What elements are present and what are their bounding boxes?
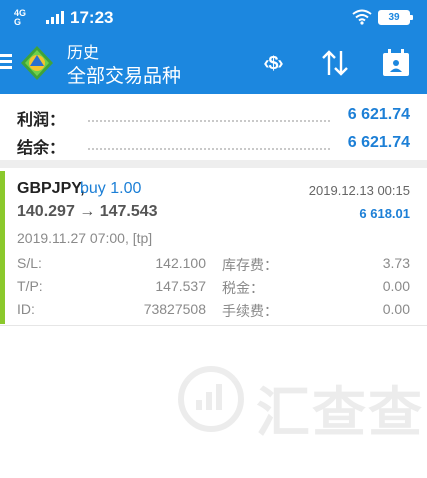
menu-icon[interactable] — [0, 54, 12, 70]
dotted-leader — [88, 120, 330, 122]
swap-label: 库存费： — [222, 257, 278, 273]
tax-value: 0.00 — [382, 278, 410, 294]
profit-row: 利润： 6 621.74 — [0, 104, 427, 132]
commission-label: 手续费： — [222, 303, 278, 319]
watermark-text: 汇查查 — [256, 383, 424, 443]
signal-icon — [46, 10, 66, 24]
trade-close-time: 2019.12.13 00:15 — [308, 183, 410, 198]
summary-panel: 利润： 6 621.74 结余： 6 621.74 — [0, 94, 427, 160]
dotted-leader — [88, 148, 330, 150]
sort-arrows-icon — [322, 50, 348, 76]
id-label: ID: — [17, 301, 35, 317]
symbol-filter[interactable]: 全部交易品种 — [67, 61, 181, 88]
trade-history-item[interactable]: GBPJPY, buy 1.00 2019.12.13 00:15 140.29… — [0, 168, 427, 326]
status-time: 17:23 — [70, 8, 114, 27]
balance-label: 结余： — [17, 140, 66, 157]
trade-side: buy 1.00 — [80, 180, 142, 197]
trade-prices: 140.297 → 147.543 — [17, 203, 158, 220]
status-bar: 4G G 17:23 39 — [0, 0, 427, 34]
profit-label: 利润： — [17, 112, 66, 129]
trade-open-time: 2019.11.27 07:00, [tp] — [17, 230, 153, 246]
battery-icon: 39 — [378, 10, 413, 25]
trade-accent-bar — [0, 171, 5, 324]
toolbar: 历史 全部交易品种 ‹$› — [0, 34, 427, 94]
tp-value: 147.537 — [155, 278, 206, 294]
section-divider — [0, 160, 427, 168]
id-value: 73827508 — [143, 301, 206, 317]
app-screen: 4G G 17:23 39 历史 全部交易品种 ‹$› 利润： 6 621.74… — [0, 0, 427, 478]
swap-value: 3.73 — [382, 255, 410, 271]
network-type: 4G G — [14, 9, 26, 27]
calendar-button[interactable] — [379, 46, 413, 80]
balance-value: 6 621.74 — [347, 134, 410, 151]
network-g-label: G — [14, 17, 22, 27]
balance-row: 结余： 6 621.74 — [0, 132, 427, 160]
calendar-icon — [383, 49, 409, 76]
sl-value: 142.100 — [155, 255, 206, 271]
sl-label: S/L: — [17, 255, 42, 271]
sort-button[interactable] — [318, 46, 352, 80]
trade-symbol: GBPJPY, — [17, 180, 85, 197]
profit-value: 6 621.74 — [347, 106, 410, 123]
currency-exchange-icon: ‹$› — [263, 52, 284, 73]
toolbar-title: 历史 — [67, 45, 100, 62]
watermark: 汇查查 — [178, 362, 427, 443]
commission-value: 0.00 — [382, 301, 410, 317]
tp-label: T/P: — [17, 278, 43, 294]
trade-profit: 6 618.01 — [359, 206, 410, 221]
top-bar: 4G G 17:23 39 历史 全部交易品种 ‹$› — [0, 0, 427, 94]
app-logo-icon[interactable] — [18, 44, 56, 82]
tax-label: 税金： — [222, 280, 264, 296]
currency-button[interactable]: ‹$› — [256, 46, 290, 80]
watermark-bars-icon — [196, 384, 226, 410]
wifi-icon — [352, 9, 372, 25]
